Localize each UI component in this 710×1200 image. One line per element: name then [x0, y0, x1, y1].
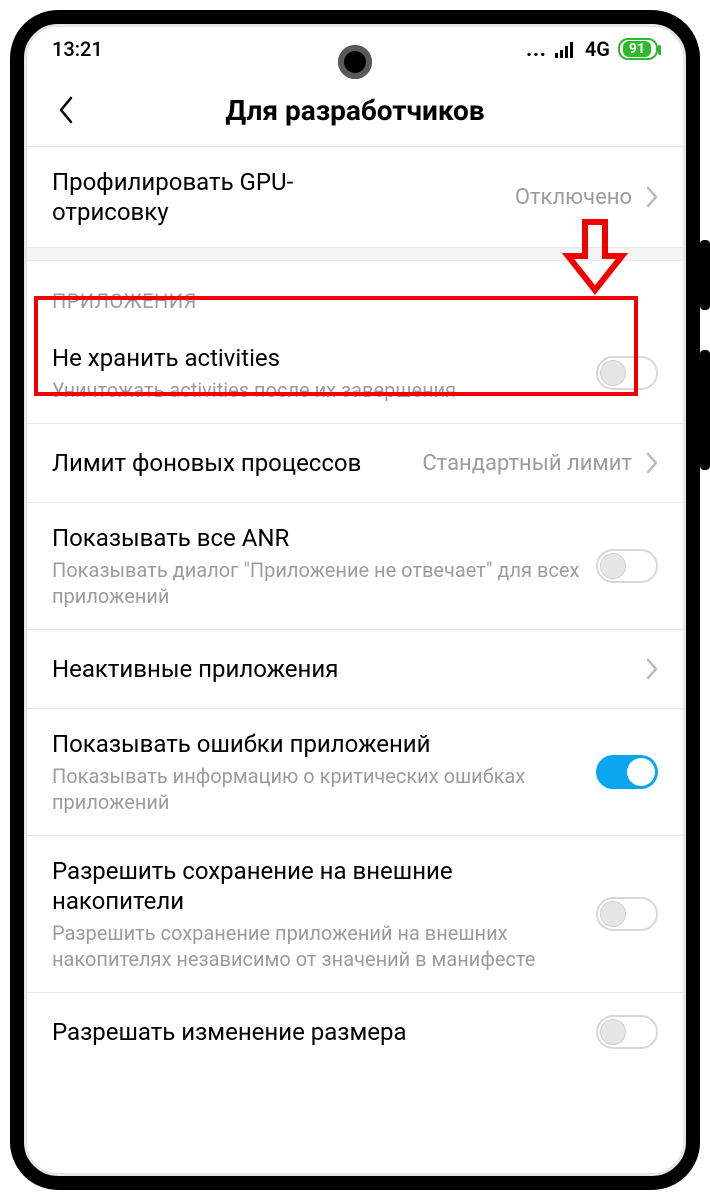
row-bg-process-limit[interactable]: Лимит фоновых процессов Стандартный лими… [24, 424, 686, 502]
phone-side-button [700, 350, 710, 470]
page-title: Для разработчиков [225, 94, 484, 127]
row-subtitle: Показывать информацию о критических ошиб… [52, 763, 582, 815]
row-dont-keep-activities[interactable]: Не хранить activities Уничтожать activit… [24, 323, 686, 423]
chevron-right-icon [646, 658, 658, 680]
settings-list: Профилировать GPU- отрисовку Отключено П… [24, 147, 686, 1071]
row-allow-external-storage[interactable]: Разрешить сохранение на внешние накопите… [24, 836, 686, 992]
row-title: Неактивные приложения [52, 654, 632, 684]
chevron-right-icon [646, 186, 658, 208]
row-title: Разрешить сохранение на внешние накопите… [52, 856, 582, 916]
toggle-show-all-anr[interactable] [596, 549, 658, 583]
section-gap [24, 247, 686, 261]
phone-side-button [700, 240, 710, 310]
battery-level: 91 [623, 41, 651, 57]
section-header-apps: ПРИЛОЖЕНИЯ [24, 261, 686, 323]
row-subtitle: Разрешить сохранение приложений на внешн… [52, 920, 582, 972]
row-title: Показывать все ANR [52, 523, 582, 553]
toggle-show-app-errors[interactable] [596, 755, 658, 789]
toggle-dont-keep-activities[interactable] [596, 356, 658, 390]
row-show-app-errors[interactable]: Показывать ошибки приложений Показывать … [24, 709, 686, 835]
row-gpu-profiling[interactable]: Профилировать GPU- отрисовку Отключено [24, 147, 686, 247]
row-subtitle: Показывать диалог "Приложение не отвечае… [52, 557, 582, 609]
row-inactive-apps[interactable]: Неактивные приложения [24, 630, 686, 708]
row-value: Стандартный лимит [422, 451, 632, 476]
toggle-allow-resize[interactable] [596, 1015, 658, 1049]
status-time: 13:21 [52, 37, 103, 61]
row-title: Не хранить activities [52, 343, 582, 373]
row-title: Профилировать GPU- отрисовку [52, 167, 501, 227]
status-dots-icon [526, 37, 547, 61]
chevron-left-icon [57, 95, 75, 125]
chevron-right-icon [646, 452, 658, 474]
row-show-all-anr[interactable]: Показывать все ANR Показывать диалог "Пр… [24, 503, 686, 629]
screen: 13:21 4G 91 Для разработчиков Профилиров… [24, 24, 686, 1176]
row-value: Отключено [515, 185, 632, 210]
battery-icon: 91 [618, 38, 658, 60]
row-title: Показывать ошибки приложений [52, 729, 582, 759]
page-header: Для разработчиков [24, 74, 686, 146]
row-title: Разрешать изменение размера [52, 1017, 582, 1047]
row-subtitle: Уничтожать activities после их завершени… [52, 377, 582, 403]
row-allow-resize[interactable]: Разрешать изменение размера [24, 993, 686, 1071]
toggle-allow-external-storage[interactable] [596, 897, 658, 931]
back-button[interactable] [46, 90, 86, 130]
row-title: Лимит фоновых процессов [52, 448, 408, 478]
network-label: 4G [585, 37, 610, 61]
signal-icon [555, 40, 577, 58]
phone-camera [338, 45, 372, 79]
status-right: 4G 91 [526, 37, 658, 61]
